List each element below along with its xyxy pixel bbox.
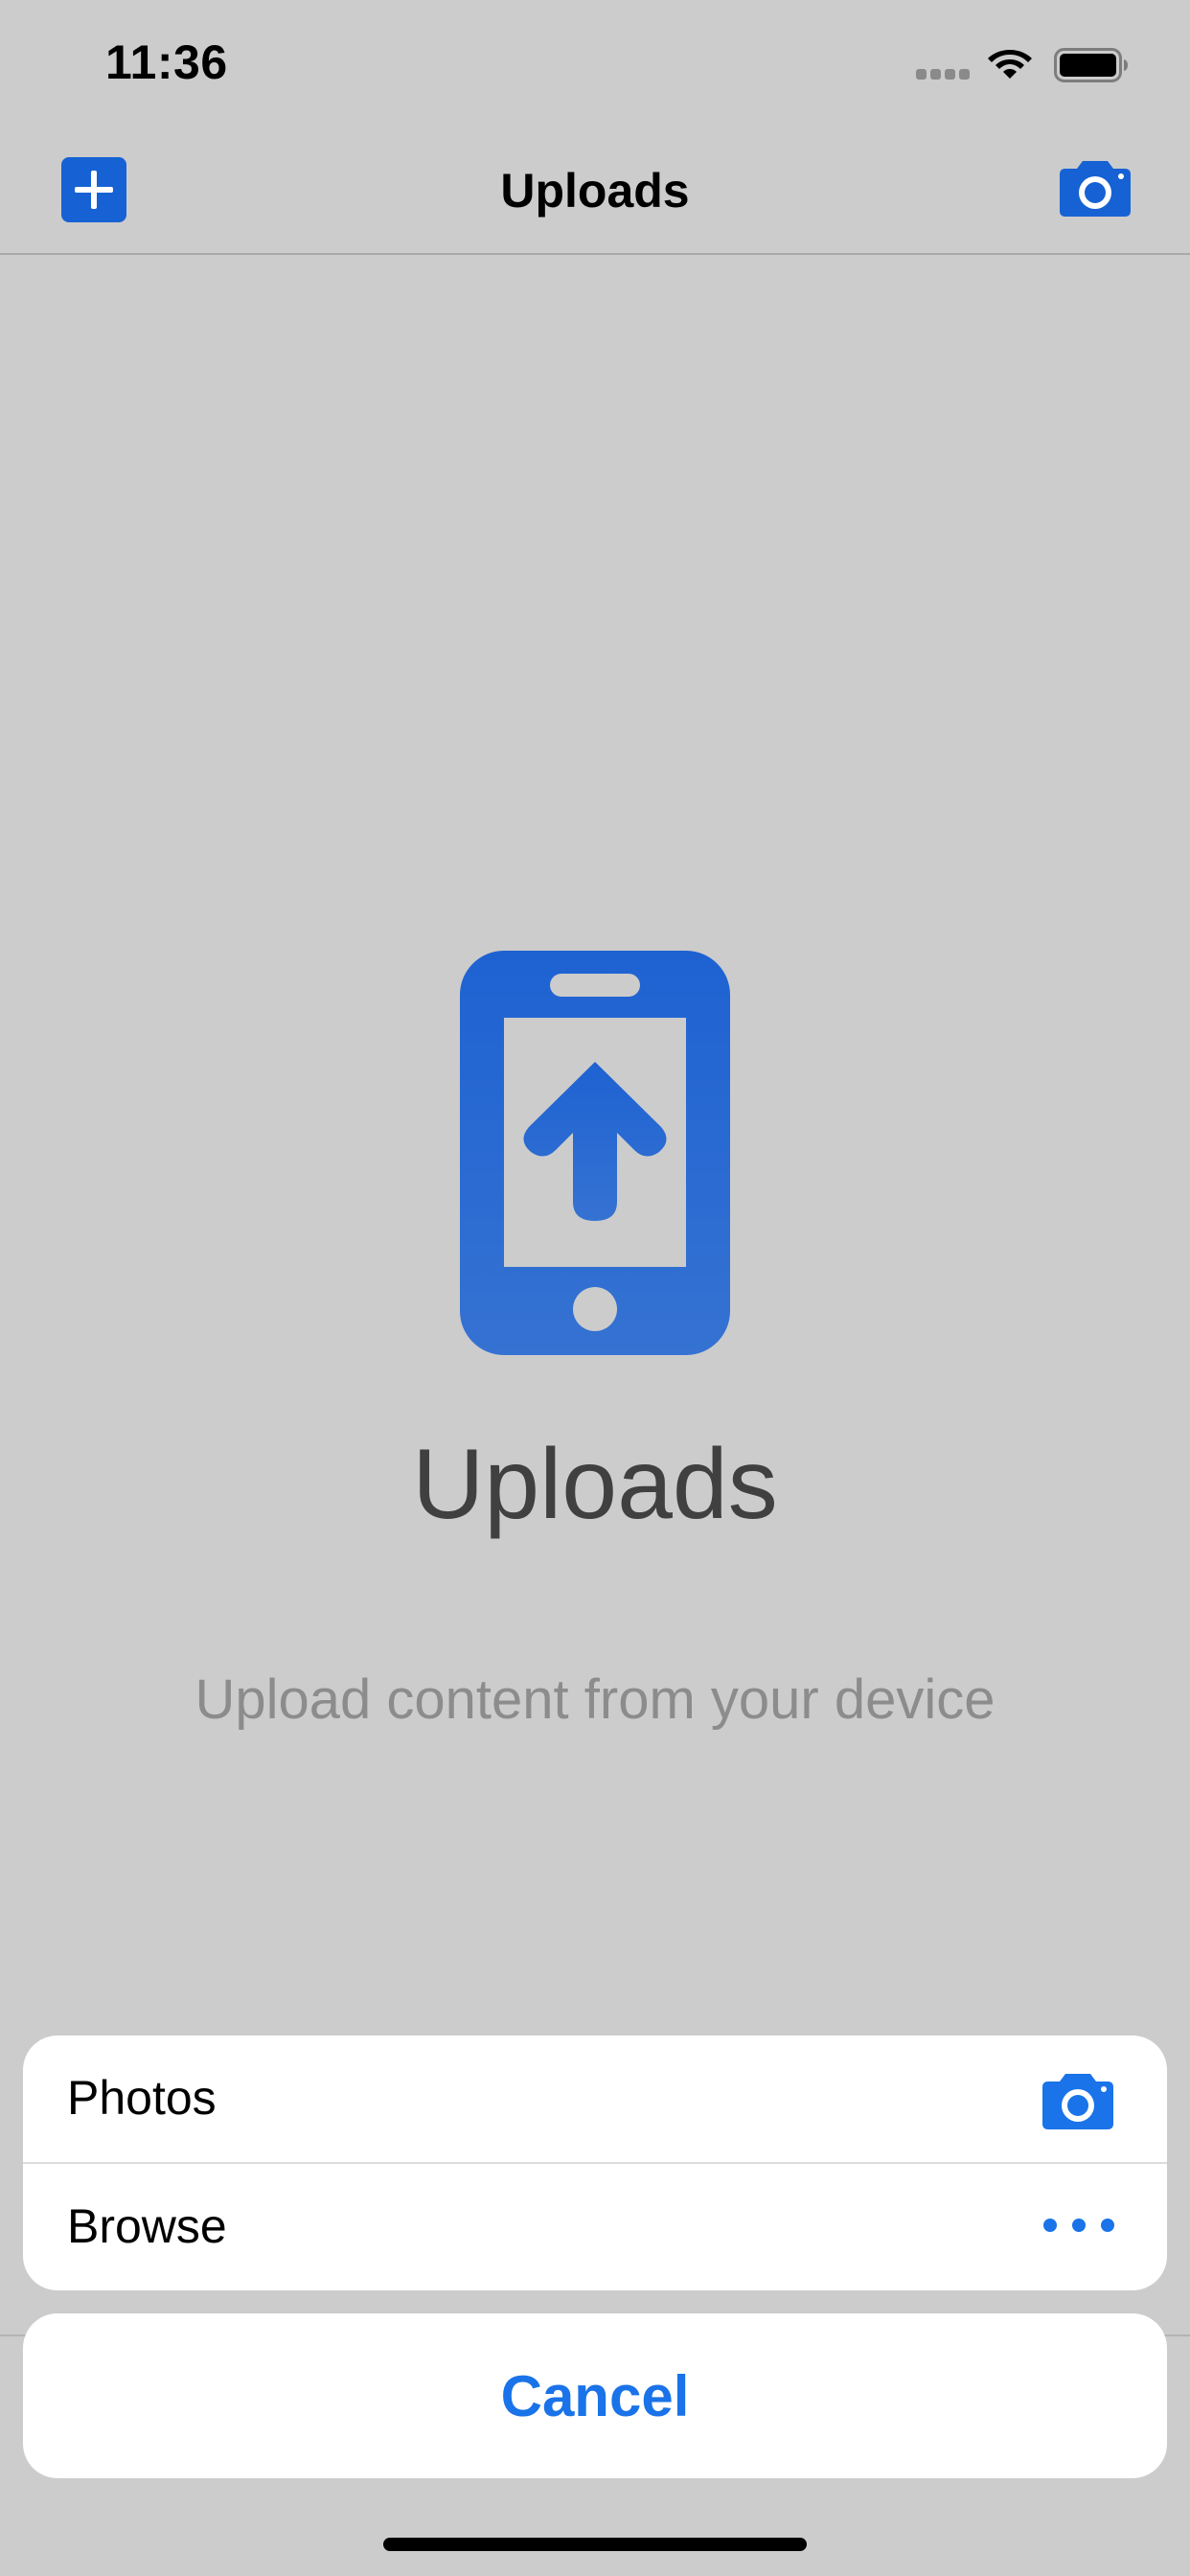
empty-state-title: Uploads bbox=[412, 1429, 778, 1540]
status-time: 11:36 bbox=[105, 35, 228, 89]
home-indicator[interactable] bbox=[383, 2538, 807, 2551]
phone-upload-icon bbox=[460, 951, 730, 1355]
navigation-bar: Uploads bbox=[0, 134, 1190, 255]
cancel-button-label: Cancel bbox=[500, 2364, 690, 2428]
empty-state-subtitle: Upload content from your device bbox=[195, 1668, 995, 1731]
photos-option-label: Photos bbox=[67, 2071, 217, 2125]
camera-button[interactable] bbox=[1058, 157, 1133, 218]
uploads-screen: 11:36 Uploads Uploads Upload content fro… bbox=[0, 0, 1190, 2576]
photos-option[interactable]: Photos bbox=[23, 2036, 1167, 2164]
battery-icon bbox=[1054, 48, 1128, 82]
more-icon bbox=[1043, 2219, 1114, 2232]
action-sheet-options: Photos Browse bbox=[23, 2036, 1167, 2290]
wifi-icon bbox=[988, 50, 1032, 79]
camera-icon bbox=[1060, 161, 1131, 217]
signal-icon bbox=[916, 69, 970, 80]
page-title: Uploads bbox=[500, 164, 690, 218]
status-bar: 11:36 bbox=[0, 0, 1190, 134]
camera-icon bbox=[1042, 2074, 1113, 2129]
browse-option-label: Browse bbox=[67, 2199, 227, 2253]
cancel-button[interactable]: Cancel bbox=[23, 2313, 1167, 2478]
browse-option[interactable]: Browse bbox=[23, 2164, 1167, 2290]
